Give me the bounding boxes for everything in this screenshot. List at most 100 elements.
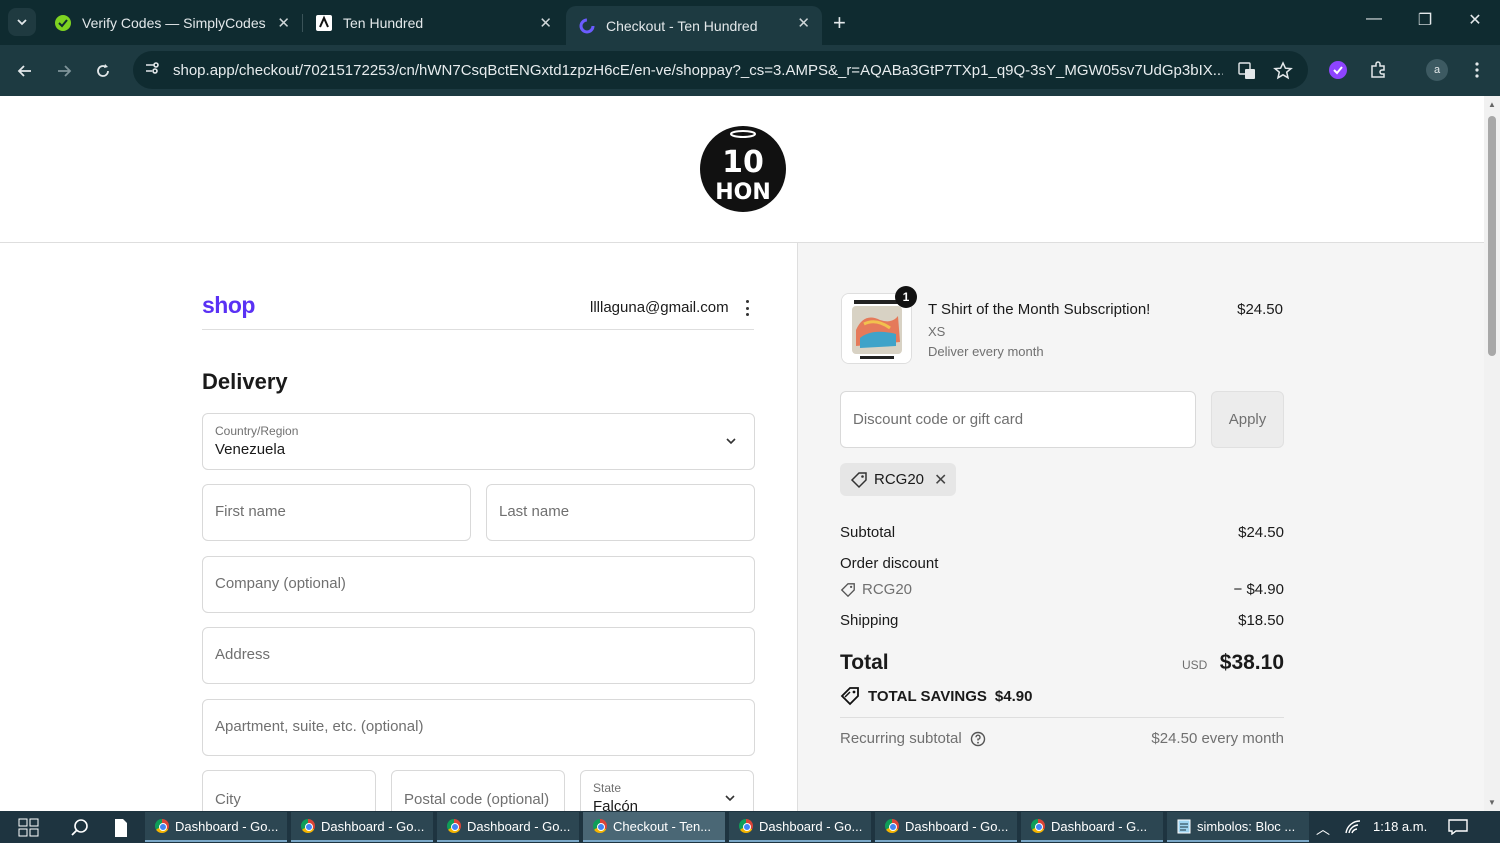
apartment-field[interactable]: Apartment, suite, etc. (optional): [202, 699, 755, 756]
recurring-subtotal-row: Recurring subtotal $24.50 every month: [840, 730, 1284, 747]
chevron-up-icon[interactable]: ︿: [1316, 819, 1330, 839]
site-settings-icon[interactable]: [143, 59, 163, 82]
close-tab-icon[interactable]: ✕: [539, 14, 552, 32]
discount-code-input[interactable]: Discount code or gift card: [840, 391, 1196, 448]
wifi-icon[interactable]: [1344, 819, 1362, 838]
total-label: Total: [840, 651, 889, 674]
extension-purple-icon[interactable]: [1327, 59, 1349, 81]
discount-code-text: RCG20: [862, 581, 913, 598]
shipping-row: Shipping $18.50: [840, 612, 1284, 629]
store-logo[interactable]: 10 HON: [699, 125, 787, 213]
city-placeholder: City: [215, 791, 241, 808]
scrollbar-thumb[interactable]: [1488, 116, 1496, 356]
taskbar-item[interactable]: Dashboard - Go...: [729, 812, 871, 842]
start-grid-icon[interactable]: [18, 818, 40, 843]
first-name-field[interactable]: First name: [202, 484, 471, 541]
address-bar[interactable]: shop.app/checkout/70215172253/cn/hWN7Csq…: [133, 51, 1308, 89]
svg-text:10: 10: [722, 145, 764, 180]
profile-avatar[interactable]: a: [1426, 59, 1448, 81]
minimize-button[interactable]: —: [1362, 10, 1386, 28]
back-button[interactable]: [12, 58, 38, 84]
scroll-down-icon[interactable]: ▼: [1488, 798, 1496, 807]
page-scrollbar[interactable]: ▲ ▼: [1484, 96, 1500, 811]
restore-button[interactable]: ❐: [1413, 10, 1437, 30]
help-circle-icon[interactable]: [970, 731, 986, 747]
product-plan: Deliver every month: [928, 344, 1044, 359]
country-value: Venezuela: [215, 441, 286, 458]
product-variant: XS: [928, 324, 946, 339]
address-field[interactable]: Address: [202, 627, 755, 684]
discount-placeholder: Discount code or gift card: [853, 411, 1024, 428]
first-name-placeholder: First name: [215, 503, 286, 520]
checkout-page: 10 HON shop llllaguna@gmail.com Delivery…: [0, 96, 1484, 811]
taskbar-item[interactable]: simbolos: Bloc ...: [1167, 812, 1309, 842]
search-icon[interactable]: [70, 818, 90, 843]
order-summary-column: 1 T Shirt of the Month Subscription! XS …: [797, 243, 1484, 811]
savings-label: TOTAL SAVINGS: [868, 687, 987, 705]
recurring-label: Recurring subtotal: [840, 730, 962, 747]
last-name-placeholder: Last name: [499, 503, 570, 520]
taskbar-item[interactable]: Dashboard - Go...: [291, 812, 433, 842]
chrome-icon: [301, 819, 315, 833]
close-window-button[interactable]: ✕: [1463, 10, 1487, 30]
url-text[interactable]: shop.app/checkout/70215172253/cn/hWN7Csq…: [173, 62, 1223, 79]
postal-code-placeholder: Postal code (optional): [404, 791, 550, 808]
apply-discount-button[interactable]: Apply: [1211, 391, 1284, 448]
state-label: State: [593, 781, 622, 795]
browser-menu-icon[interactable]: [1466, 59, 1488, 81]
notepad-icon: [1177, 819, 1191, 834]
scroll-up-icon[interactable]: ▲: [1488, 100, 1496, 109]
recurring-value: $24.50 every month: [1151, 730, 1284, 747]
checkout-form-column: shop llllaguna@gmail.com Delivery Countr…: [0, 243, 797, 811]
company-placeholder: Company (optional): [215, 575, 346, 592]
discount-code-label: RCG20: [840, 581, 912, 598]
loading-spinner-icon: [578, 17, 596, 35]
taskbar-item[interactable]: Dashboard - G...: [1021, 812, 1163, 842]
star-icon[interactable]: [1273, 61, 1293, 81]
store-header: 10 HON: [0, 96, 1484, 243]
account-menu-icon[interactable]: [741, 298, 753, 318]
discount-code-row: RCG20 − $4.90: [840, 581, 1284, 598]
close-tab-icon[interactable]: ✕: [277, 14, 290, 32]
new-tab-button[interactable]: +: [833, 10, 846, 36]
quantity-badge: 1: [895, 286, 917, 308]
tag-icon: [850, 471, 867, 488]
total-row: Total USD $38.10: [840, 651, 1284, 675]
postal-code-field[interactable]: Postal code (optional): [391, 770, 565, 811]
subtotal-row: Subtotal $24.50: [840, 524, 1284, 541]
chrome-icon: [885, 819, 899, 833]
close-tab-icon[interactable]: ✕: [797, 14, 810, 32]
reload-button[interactable]: [90, 58, 116, 84]
last-name-field[interactable]: Last name: [486, 484, 755, 541]
city-field[interactable]: City: [202, 770, 376, 811]
taskbar-item[interactable]: Dashboard - Go...: [145, 812, 287, 842]
clock[interactable]: 1:18 a.m.: [1373, 819, 1427, 834]
applied-discount-chip: RCG20 ✕: [840, 463, 956, 496]
tab-verify-codes[interactable]: Verify Codes — SimplyCodes ✕: [42, 6, 302, 40]
tab-search-button[interactable]: [8, 8, 36, 36]
tab-title: Ten Hundred: [343, 15, 424, 31]
forward-button[interactable]: [51, 58, 77, 84]
translate-icon[interactable]: [1237, 61, 1257, 81]
taskbar-item-active[interactable]: Checkout - Ten...: [583, 812, 725, 842]
state-select[interactable]: State Falcón: [580, 770, 754, 811]
remove-discount-icon[interactable]: ✕: [934, 470, 947, 490]
arrow-left-icon: [17, 65, 31, 77]
country-select[interactable]: Country/Region Venezuela: [202, 413, 755, 470]
taskbar-item[interactable]: Dashboard - Go...: [875, 812, 1017, 842]
state-value: Falcón: [593, 798, 639, 811]
savings-value: $4.90: [994, 687, 1033, 705]
total-savings: TOTAL SAVINGS $4.90: [840, 686, 1032, 706]
tab-title: Verify Codes — SimplyCodes: [82, 15, 266, 31]
shipping-label: Shipping: [840, 612, 899, 629]
company-field[interactable]: Company (optional): [202, 556, 755, 613]
file-icon[interactable]: [113, 818, 129, 843]
tab-checkout[interactable]: Checkout - Ten Hundred ✕: [566, 6, 822, 45]
browser-toolbar: shop.app/checkout/70215172253/cn/hWN7Csq…: [0, 45, 1500, 96]
tab-ten-hundred[interactable]: Ten Hundred ✕: [303, 6, 564, 40]
extensions-puzzle-icon[interactable]: [1367, 59, 1389, 81]
subtotal-label: Subtotal: [840, 524, 896, 541]
section-divider: [202, 329, 754, 330]
taskbar-item[interactable]: Dashboard - Go...: [437, 812, 579, 842]
notifications-icon[interactable]: [1448, 819, 1468, 838]
